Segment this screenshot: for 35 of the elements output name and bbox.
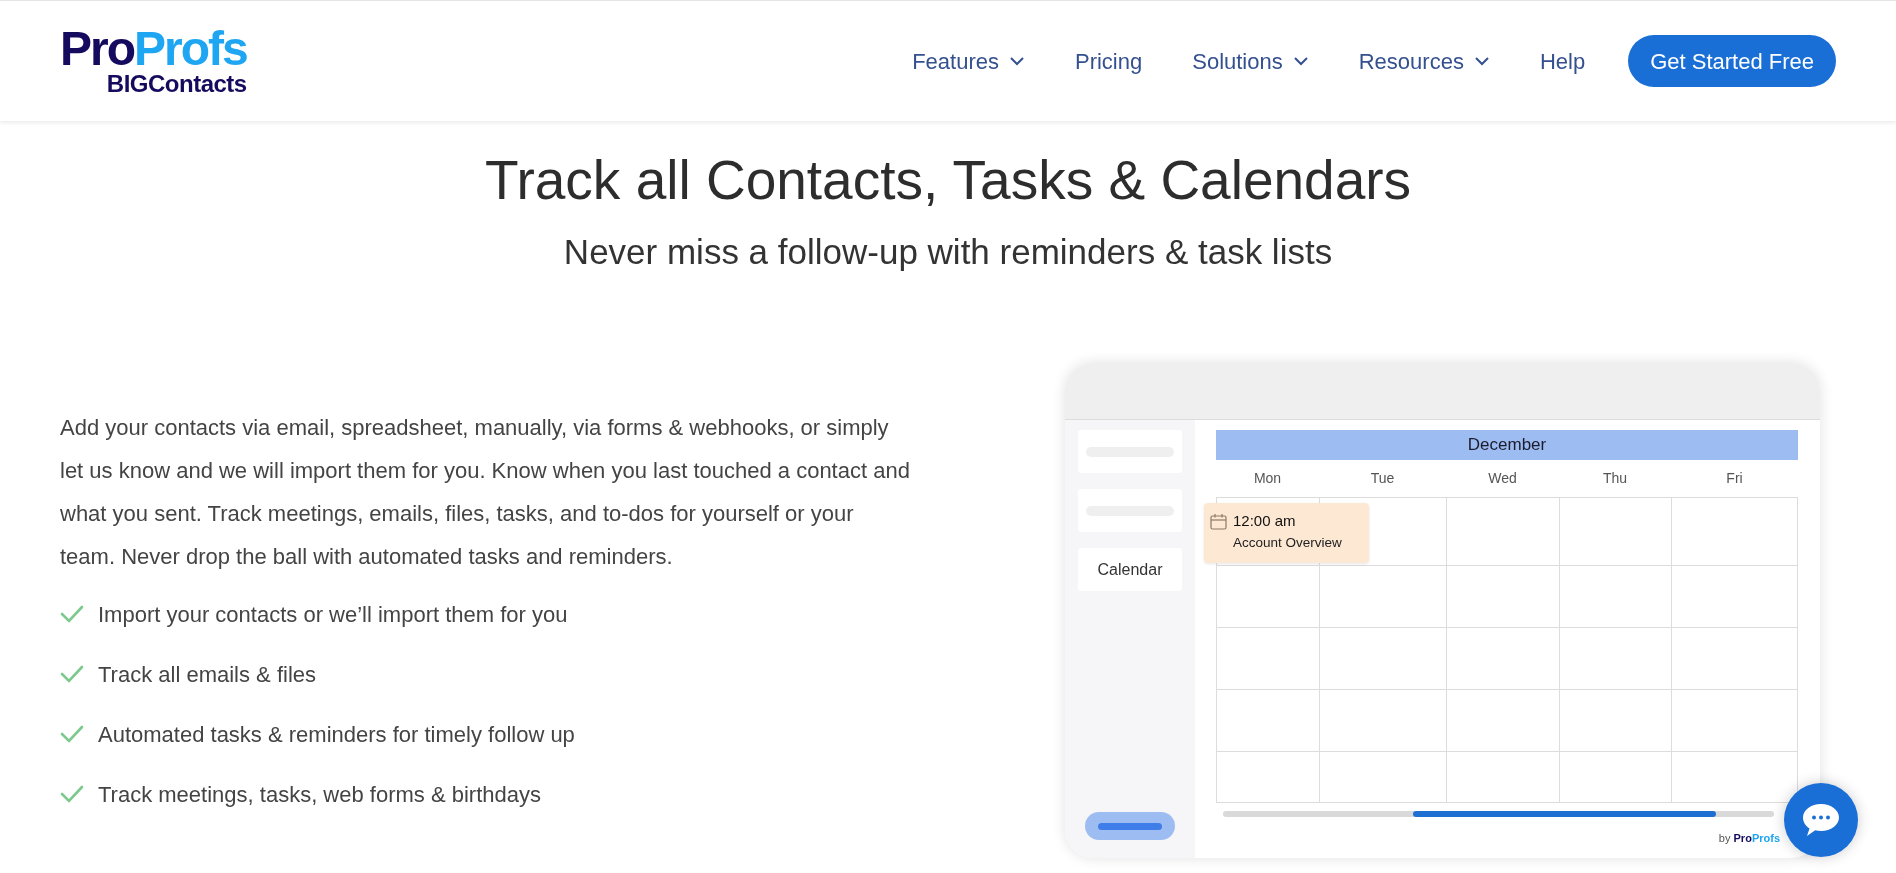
event-title: Account Overview — [1233, 535, 1342, 551]
check-icon — [60, 665, 84, 683]
event-card[interactable]: 12:00 am Account Overview — [1204, 503, 1369, 563]
logo-wordmark: ProProfs — [60, 26, 247, 72]
by-proprofs-label: by ProProfs — [1718, 831, 1780, 845]
weekday-label: Fri — [1726, 469, 1743, 488]
nav-link[interactable]: Features — [912, 44, 1025, 78]
weekday-label: Thu — [1602, 469, 1628, 488]
event-time: 12:00 am — [1233, 512, 1297, 530]
nav-link[interactable]: Help — [1539, 44, 1586, 78]
get-started-button[interactable]: Get Started Free — [1628, 35, 1836, 87]
month-header: December — [1216, 430, 1798, 460]
chat-button[interactable] — [1784, 783, 1858, 857]
chat-bubble-icon — [1801, 802, 1841, 838]
description-paragraph: Add your contacts via email, spreadsheet, manually, via forms & webhooks, or simply let us know and we will import them for you. Know when you last touched a contact and what you sent. Track meetings, emails, files, tasks, and to-dos for yourself or your team. Never drop the ball with automated tasks and reminders. — [60, 414, 910, 571]
nav-link[interactable]: Pricing — [1074, 44, 1143, 78]
feature-item: Import your contacts or we’ll import them for you — [98, 600, 568, 629]
nav-link[interactable]: Resources — [1358, 44, 1490, 78]
sidebar-item[interactable]: Calendar — [1078, 548, 1182, 591]
check-icon — [60, 785, 84, 803]
feature-item: Automated tasks & reminders for timely follow up — [98, 720, 575, 749]
weekday-label: Mon — [1253, 469, 1282, 488]
check-icon — [60, 725, 84, 743]
check-icon — [60, 605, 84, 623]
feature-item: Track meetings, tasks, web forms & birthdays — [98, 780, 541, 809]
logo[interactable]: ProProfs BIGContacts — [60, 26, 247, 96]
weekday-label: Wed — [1488, 469, 1517, 488]
sidebar-pill-button[interactable] — [1085, 812, 1175, 840]
feature-item: Track all emails & files — [98, 660, 316, 689]
calendar-icon — [1210, 513, 1227, 530]
logo-product-name: BIGContacts — [106, 72, 247, 96]
page-title: Track all Contacts, Tasks & Calendars — [483, 150, 1413, 210]
page-subtitle: Never miss a follow-up with reminders & task lists — [562, 232, 1334, 272]
nav-link[interactable]: Solutions — [1192, 44, 1309, 78]
weekday-label: Tue — [1370, 469, 1395, 488]
